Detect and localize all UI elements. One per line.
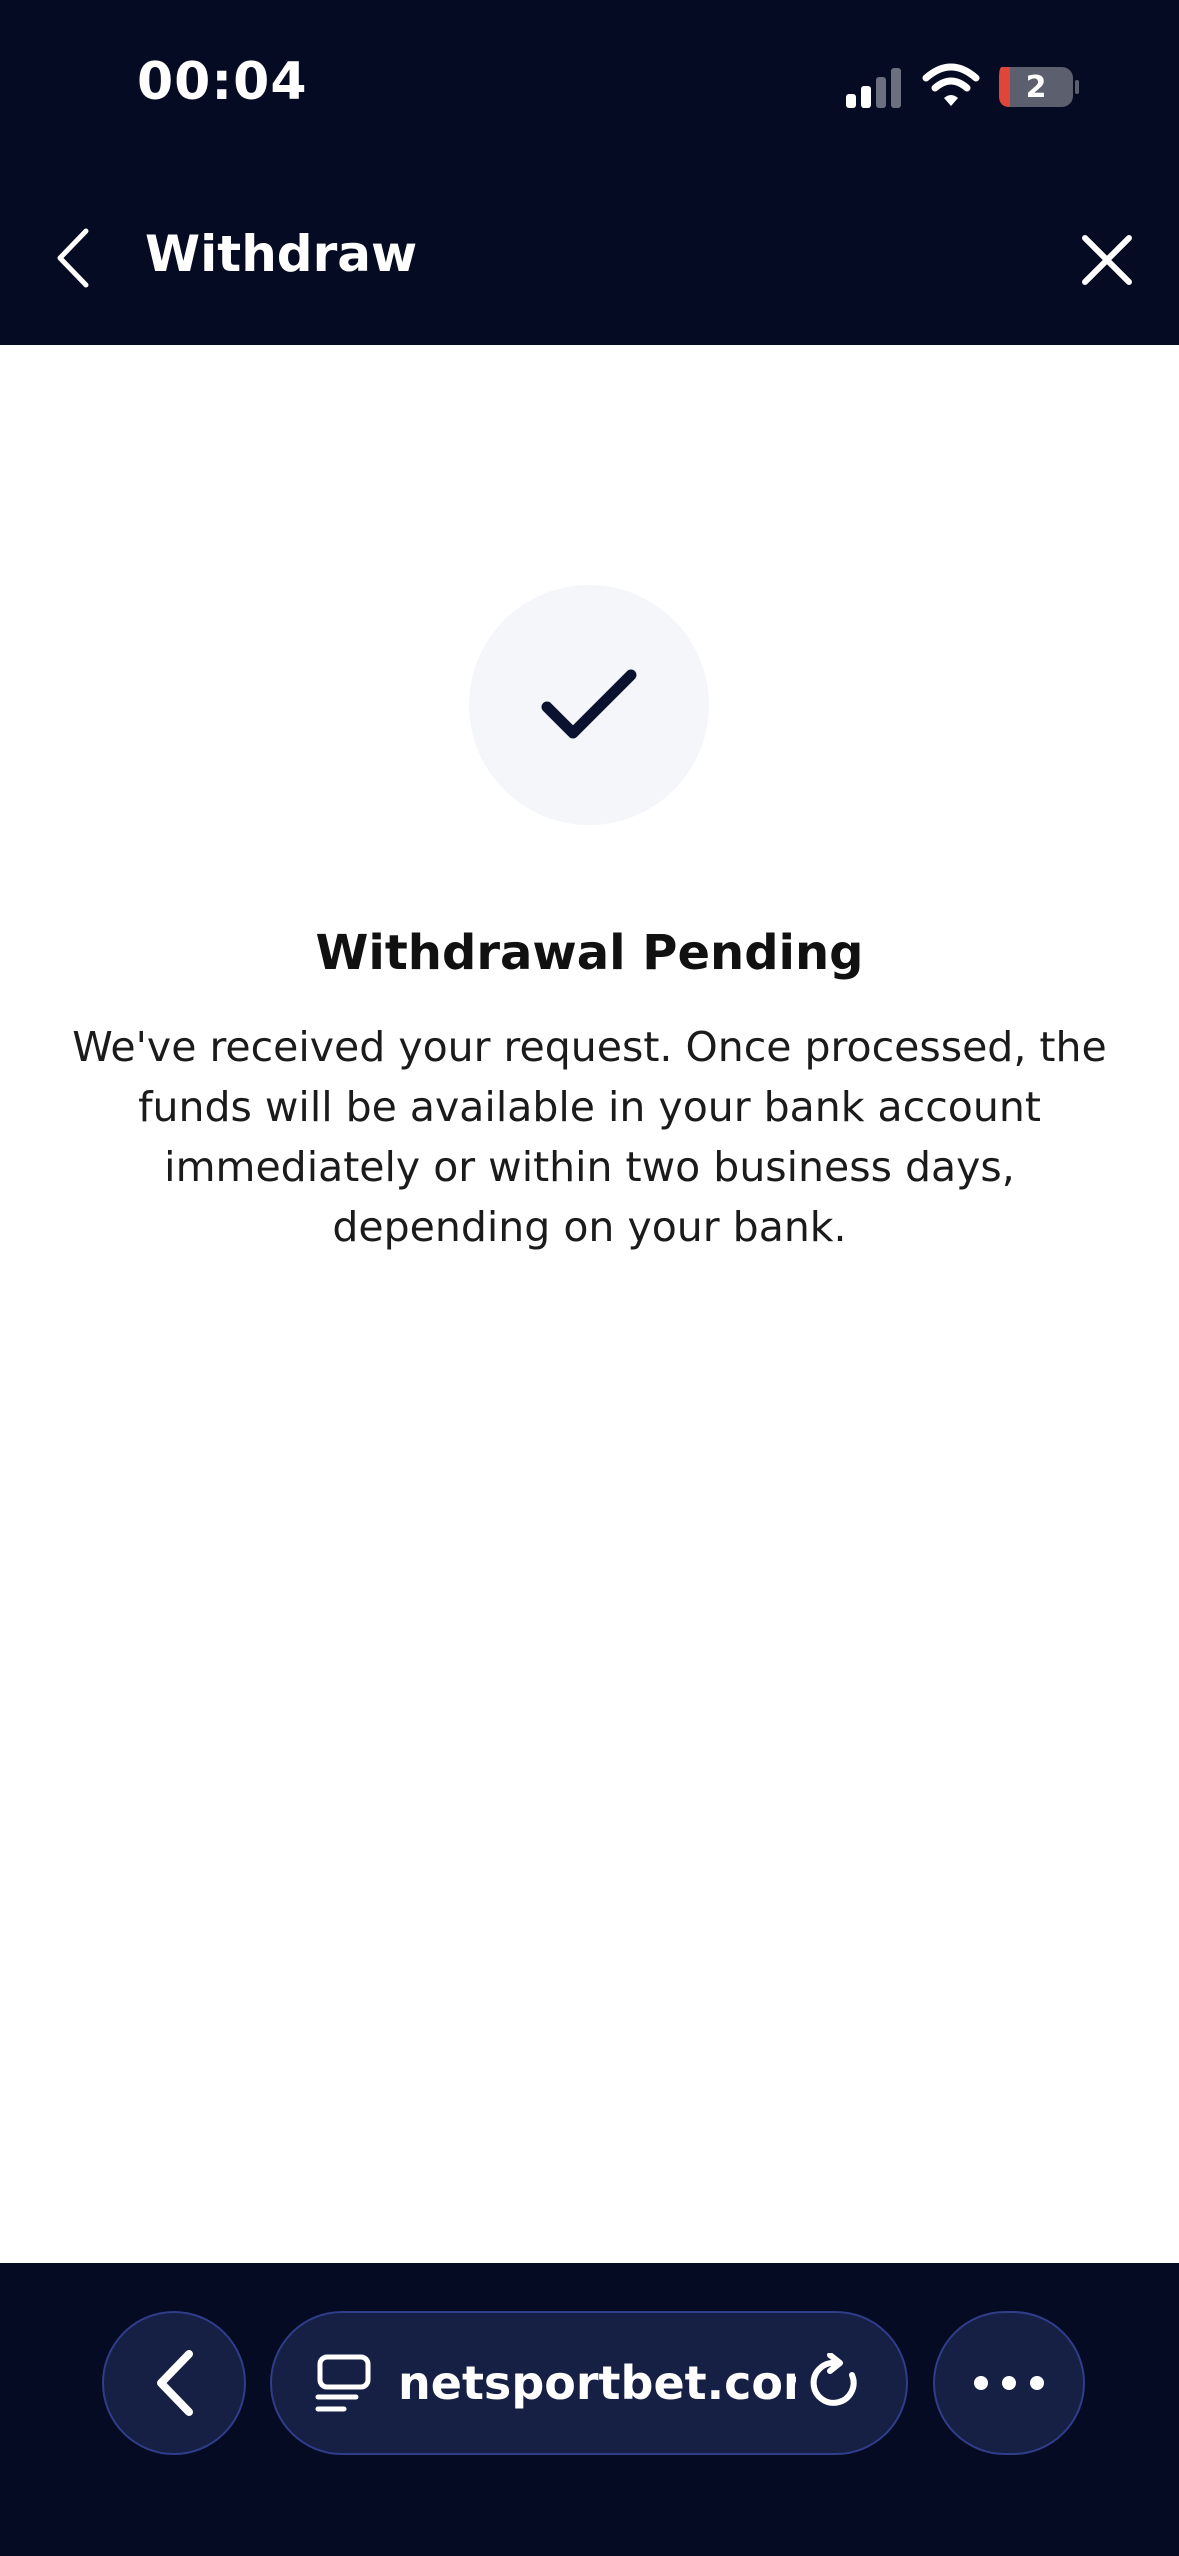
more-options-button[interactable] — [933, 2311, 1085, 2455]
close-button[interactable] — [1072, 225, 1142, 295]
cellular-signal-icon — [846, 68, 901, 108]
chevron-left-icon — [157, 2350, 193, 2416]
status-time: 00:04 — [137, 52, 308, 112]
confirmation-message: We've received your request. Once proces… — [72, 1023, 1107, 1251]
chevron-left-icon — [57, 228, 89, 288]
status-bar: 00:04 2 — [0, 0, 1179, 175]
page-title: Withdraw — [145, 225, 418, 283]
browser-back-button[interactable] — [102, 2311, 246, 2455]
close-icon — [1082, 235, 1132, 285]
main-content: Withdrawal Pending We've received your r… — [0, 345, 1179, 2263]
wifi-icon — [922, 63, 980, 106]
url-text: netsportbet.com — [398, 2356, 796, 2410]
nav-bar: Withdraw — [0, 175, 1179, 345]
back-button[interactable] — [44, 223, 100, 293]
success-indicator — [469, 585, 709, 825]
confirmation-title: Withdrawal Pending — [315, 925, 864, 981]
battery-level: 2 — [1025, 69, 1047, 105]
more-icon — [974, 2376, 1044, 2390]
checkmark-icon — [541, 669, 637, 739]
battery-icon: 2 — [998, 66, 1080, 108]
browser-toolbar: netsportbet.com — [0, 2263, 1179, 2556]
reload-icon[interactable] — [806, 2353, 866, 2413]
address-bar[interactable]: netsportbet.com — [270, 2311, 908, 2455]
tabs-icon — [315, 2354, 371, 2412]
